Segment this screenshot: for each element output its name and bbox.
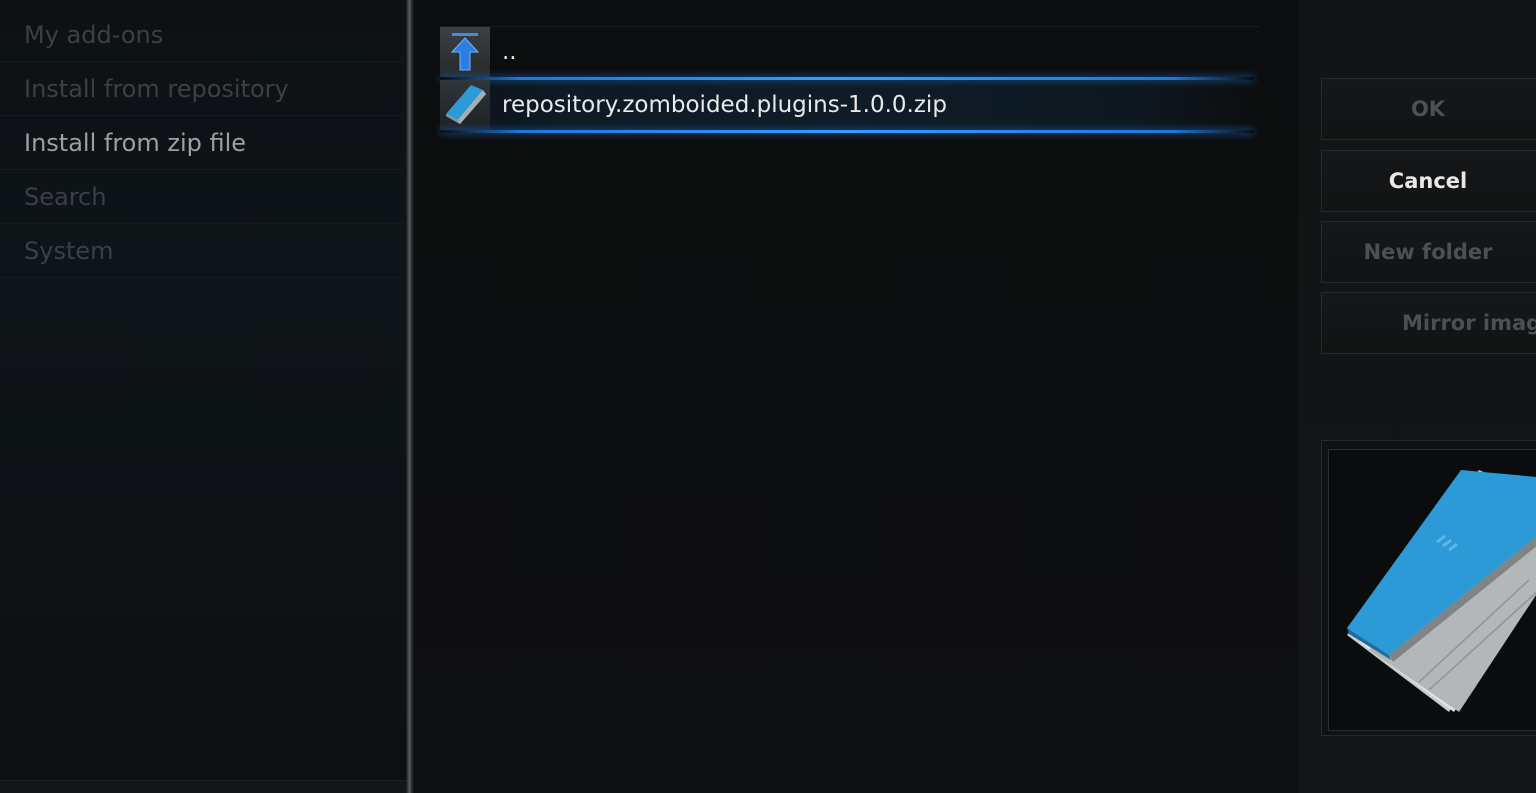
sidebar-item-system[interactable]: System: [0, 225, 404, 278]
file-browser-dialog: My add-ons Install from repository Insta…: [0, 0, 1536, 793]
file-label: repository.zomboided.plugins-1.0.0.zip: [502, 92, 947, 118]
sidebar-item-install-from-zip-file[interactable]: Install from zip file: [0, 117, 404, 170]
new-folder-button-label: New folder: [1363, 240, 1493, 264]
action-panel: OK Cancel New folder Mirror image: [1298, 0, 1536, 793]
mirror-image-button[interactable]: Mirror image: [1321, 292, 1536, 354]
parent-folder-row[interactable]: ..: [440, 26, 1260, 77]
panel-divider: [406, 0, 414, 793]
ok-button-label: OK: [1410, 97, 1446, 121]
sidebar-item-search[interactable]: Search: [0, 171, 404, 224]
mirror-image-button-label: Mirror image: [1402, 311, 1536, 335]
sidebar-item-my-add-ons[interactable]: My add-ons: [0, 9, 404, 62]
sidebar-item-install-from-repository[interactable]: Install from repository: [0, 63, 404, 116]
zip-file-icon: [440, 80, 490, 130]
file-list: .. repository.zomboided.plugins-1.0.0.zi…: [414, 0, 1298, 793]
new-folder-button[interactable]: New folder: [1321, 221, 1536, 283]
sidebar-item-label: Install from zip file: [24, 129, 247, 157]
sidebar: My add-ons Install from repository Insta…: [0, 0, 406, 793]
sidebar-item-label: System: [24, 237, 114, 265]
file-row-zip[interactable]: repository.zomboided.plugins-1.0.0.zip: [440, 77, 1260, 133]
zip-file-preview-icon: [1328, 449, 1536, 731]
preview-frame: [1321, 440, 1536, 736]
sidebar-item-label: My add-ons: [24, 21, 164, 49]
cancel-button[interactable]: Cancel: [1321, 150, 1536, 212]
parent-folder-label: ..: [502, 39, 517, 65]
sidebar-item-label: Search: [24, 183, 107, 211]
up-arrow-icon: [440, 27, 490, 77]
sidebar-item-label: Install from repository: [24, 75, 289, 103]
cancel-button-label: Cancel: [1388, 169, 1468, 193]
ok-button[interactable]: OK: [1321, 78, 1536, 140]
